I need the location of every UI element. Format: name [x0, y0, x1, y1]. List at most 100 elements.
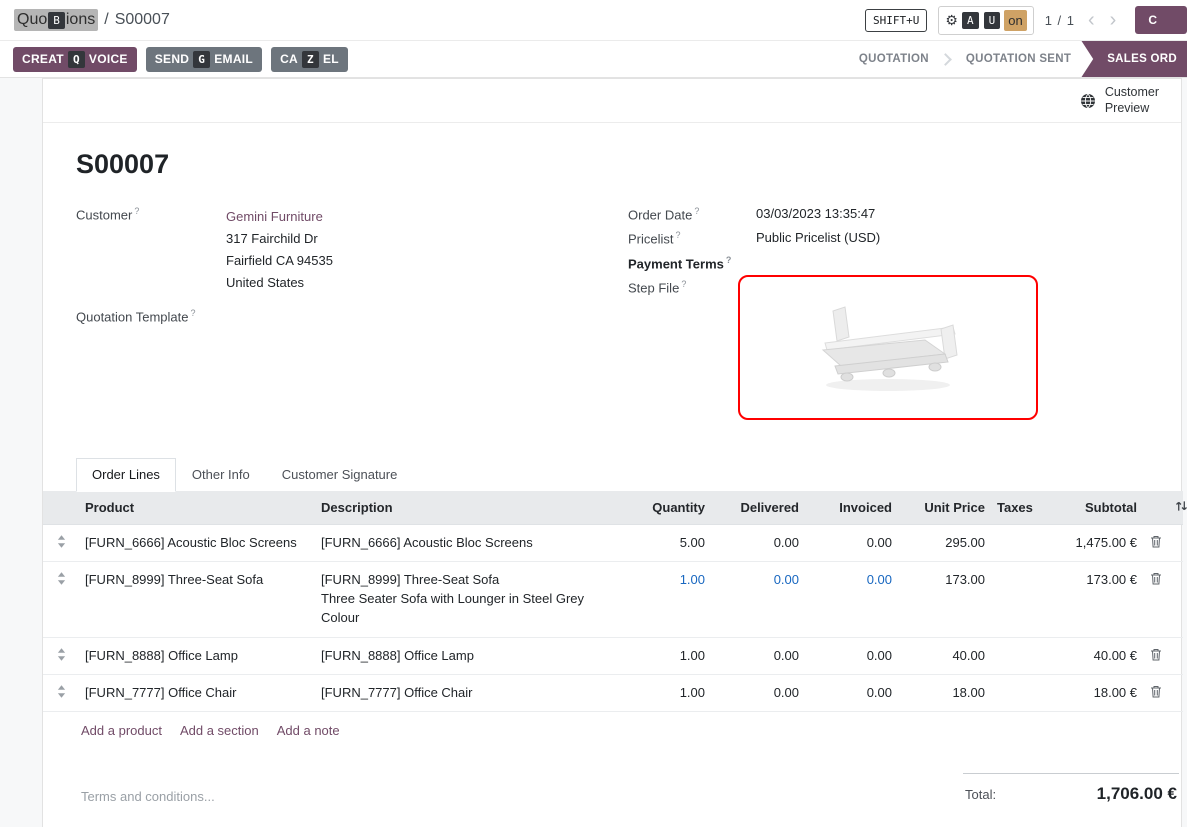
status-stage-sales-order[interactable]: SALES ORD — [1081, 41, 1187, 78]
cell-quantity[interactable]: 1.00 — [615, 561, 711, 637]
drag-handle-icon[interactable] — [43, 637, 79, 674]
delivered-column-header[interactable]: Delivered — [711, 491, 805, 525]
pager-previous-icon[interactable]: ‹ — [1086, 10, 1097, 30]
order-lines-table: Product Description Quantity Delivered I… — [43, 491, 1183, 712]
cell-invoiced[interactable]: 0.00 — [805, 561, 898, 637]
help-icon: ? — [726, 255, 732, 265]
status-pipeline: QUOTATION QUOTATION SENT SALES ORD — [859, 41, 1187, 77]
status-stage-quotation[interactable]: QUOTATION — [859, 53, 929, 65]
cell-invoiced[interactable]: 0.00 — [805, 674, 898, 711]
cell-description[interactable]: [FURN_6666] Acoustic Bloc Screens — [315, 524, 615, 561]
cell-taxes[interactable] — [991, 524, 1037, 561]
help-icon: ? — [681, 279, 686, 289]
table-row[interactable]: [FURN_7777] Office Chair [FURN_7777] Off… — [43, 674, 1183, 711]
topbar-right-controls: SHIFT+U ⚙ A U on 1 / 1 ‹ › C — [865, 0, 1187, 40]
handle-column-header — [43, 491, 79, 525]
delete-row-icon[interactable] — [1143, 674, 1169, 711]
delete-row-icon[interactable] — [1143, 524, 1169, 561]
send-email-button[interactable]: SENDGEMAIL — [146, 47, 262, 72]
cell-delivered[interactable]: 0.00 — [711, 637, 805, 674]
quantity-column-header[interactable]: Quantity — [615, 491, 711, 525]
table-row[interactable]: [FURN_8999] Three-Seat Sofa [FURN_8999] … — [43, 561, 1183, 637]
notebook-tabs: Order Lines Other Info Customer Signatur… — [76, 458, 1181, 491]
pager-next-icon[interactable]: › — [1108, 10, 1119, 30]
customer-preview-button[interactable]: CustomerPreview — [1080, 85, 1159, 116]
cell-invoiced[interactable]: 0.00 — [805, 524, 898, 561]
cell-delivered[interactable]: 0.00 — [711, 561, 805, 637]
sales-order-form-sheet: CustomerPreview S00007 Customer? Gemini … — [42, 78, 1182, 827]
product-column-header[interactable]: Product — [79, 491, 315, 525]
cancel-button[interactable]: CAZEL — [271, 47, 348, 72]
cell-quantity[interactable]: 1.00 — [615, 637, 711, 674]
cell-quantity[interactable]: 1.00 — [615, 674, 711, 711]
drag-handle-icon[interactable] — [43, 561, 79, 637]
shortcut-hint-g: G — [193, 51, 210, 68]
customer-address-line3: United States — [226, 272, 333, 294]
add-product-link[interactable]: Add a product — [81, 723, 162, 738]
customer-link[interactable]: Gemini Furniture — [226, 206, 333, 228]
field-pricelist: Pricelist? Public Pricelist (USD) — [628, 230, 1181, 246]
subtotal-column-header[interactable]: Subtotal — [1037, 491, 1143, 525]
tab-order-lines[interactable]: Order Lines — [76, 458, 176, 492]
status-stage-quotation-sent[interactable]: QUOTATION SENT — [966, 53, 1071, 65]
breadcrumb-current-record: S00007 — [115, 11, 170, 29]
table-header-row: Product Description Quantity Delivered I… — [43, 491, 1183, 525]
breadcrumb-parent-text: Quo — [17, 11, 47, 29]
description-column-header[interactable]: Description — [315, 491, 615, 525]
breadcrumb-separator: / — [104, 11, 108, 29]
sheet-body: S00007 Customer? Gemini Furniture 317 Fa… — [43, 123, 1181, 491]
cell-product[interactable]: [FURN_8888] Office Lamp — [79, 637, 315, 674]
tab-customer-signature[interactable]: Customer Signature — [266, 458, 414, 491]
cell-taxes[interactable] — [991, 637, 1037, 674]
cell-description[interactable]: [FURN_8999] Three-Seat SofaThree Seater … — [315, 561, 615, 637]
cell-unit-price[interactable]: 18.00 — [898, 674, 991, 711]
terms-and-conditions-input[interactable]: Terms and conditions... — [81, 789, 215, 804]
cell-taxes[interactable] — [991, 674, 1037, 711]
delete-row-icon[interactable] — [1143, 561, 1169, 637]
pricelist-value[interactable]: Public Pricelist (USD) — [756, 230, 880, 246]
cell-product[interactable]: [FURN_7777] Office Chair — [79, 674, 315, 711]
form-left-column: Customer? Gemini Furniture 317 Fairchild… — [76, 206, 628, 428]
cell-unit-price[interactable]: 295.00 — [898, 524, 991, 561]
add-section-link[interactable]: Add a section — [180, 723, 259, 738]
optional-columns-header[interactable] — [1169, 491, 1183, 525]
order-date-value[interactable]: 03/03/2023 13:35:47 — [756, 206, 875, 222]
tab-other-info[interactable]: Other Info — [176, 458, 266, 491]
invoiced-column-header[interactable]: Invoiced — [805, 491, 898, 525]
cell-taxes[interactable] — [991, 561, 1037, 637]
breadcrumb-parent-text-suffix: ions — [66, 11, 95, 29]
cell-description-extra: Three Seater Sofa with Lounger in Steel … — [321, 589, 609, 627]
cell-unit-price[interactable]: 40.00 — [898, 637, 991, 674]
cell-unit-price[interactable]: 173.00 — [898, 561, 991, 637]
order-date-label: Order Date? — [628, 206, 756, 222]
drag-handle-icon[interactable] — [43, 524, 79, 561]
cell-quantity[interactable]: 5.00 — [615, 524, 711, 561]
cell-product[interactable]: [FURN_8999] Three-Seat Sofa — [79, 561, 315, 637]
table-row[interactable]: [FURN_8888] Office Lamp [FURN_8888] Offi… — [43, 637, 1183, 674]
shortcut-hint-q: Q — [68, 51, 85, 68]
step-file-image-widget[interactable] — [738, 275, 1038, 420]
cell-delivered[interactable]: 0.00 — [711, 674, 805, 711]
customer-address-line2: Fairfield CA 94535 — [226, 250, 333, 272]
field-payment-terms: Payment Terms? — [628, 255, 1181, 271]
cell-delivered[interactable]: 0.00 — [711, 524, 805, 561]
drag-handle-icon[interactable] — [43, 674, 79, 711]
help-icon: ? — [694, 206, 699, 216]
pricelist-label: Pricelist? — [628, 230, 756, 246]
cell-description[interactable]: [FURN_8888] Office Lamp — [315, 637, 615, 674]
cell-description[interactable]: [FURN_7777] Office Chair — [315, 674, 615, 711]
add-note-link[interactable]: Add a note — [277, 723, 340, 738]
customer-preview-label: CustomerPreview — [1105, 85, 1159, 116]
delete-row-icon[interactable] — [1143, 637, 1169, 674]
action-bar: CREATQVOICE SENDGEMAIL CAZEL QUOTATION Q… — [0, 41, 1187, 78]
breadcrumb-quotations-link[interactable]: QuoBions — [14, 9, 98, 31]
cell-invoiced[interactable]: 0.00 — [805, 637, 898, 674]
taxes-column-header[interactable]: Taxes — [991, 491, 1037, 525]
clipped-edge-button[interactable]: C — [1135, 6, 1187, 34]
create-invoice-button[interactable]: CREATQVOICE — [13, 47, 137, 72]
table-row[interactable]: [FURN_6666] Acoustic Bloc Screens [FURN_… — [43, 524, 1183, 561]
unit-price-column-header[interactable]: Unit Price — [898, 491, 991, 525]
cell-product[interactable]: [FURN_6666] Acoustic Bloc Screens — [79, 524, 315, 561]
optional-columns-icon — [1175, 500, 1187, 512]
action-menu-button[interactable]: ⚙ A U on — [938, 6, 1033, 35]
